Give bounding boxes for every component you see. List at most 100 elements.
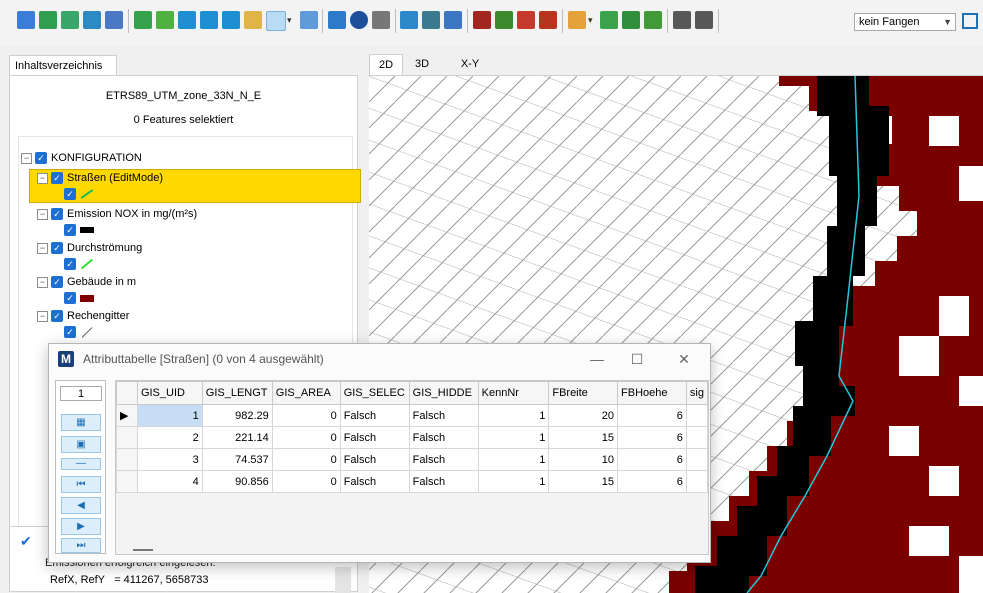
table-icon[interactable] (400, 11, 418, 29)
print-icon[interactable] (105, 11, 123, 29)
table-cell[interactable]: 982.29 (201, 404, 273, 427)
layer-icon[interactable] (328, 11, 346, 29)
table-cell[interactable]: 1 (477, 470, 550, 493)
select-tool-icon[interactable] (300, 11, 318, 29)
previous-record-icon[interactable]: ◀ (61, 497, 101, 514)
checkbox[interactable]: ✓ (51, 276, 63, 289)
tab-3d[interactable]: 3D (407, 54, 437, 75)
zoom-icon[interactable] (178, 11, 196, 29)
redo-icon[interactable] (695, 11, 713, 29)
grid-icon[interactable] (444, 11, 462, 29)
maximize-button[interactable]: ☐ (617, 348, 657, 370)
table-cell[interactable]: Falsch (339, 448, 410, 471)
table-cell[interactable] (685, 448, 709, 471)
checkbox[interactable]: ✓ (64, 292, 76, 305)
tab-xy[interactable]: X-Y (453, 54, 487, 75)
table-view-icon[interactable]: ▦ (61, 414, 101, 431)
checkbox[interactable]: ✓ (51, 242, 63, 255)
layer-item-emission[interactable]: − ✓ Emission NOX in mg/(m²s) (37, 205, 197, 223)
collapse-icon[interactable]: − (21, 152, 32, 164)
scrollbar[interactable] (335, 567, 351, 593)
row-pointer[interactable] (116, 448, 138, 471)
print-preview-icon[interactable] (372, 11, 390, 29)
zoom-extent-icon[interactable] (134, 11, 152, 29)
table-cell[interactable]: 20 (548, 404, 619, 427)
table-cell[interactable]: 4 (136, 470, 203, 493)
emission-icon[interactable] (517, 11, 535, 29)
table-row[interactable]: 3 74.537 0 Falsch Falsch 1 10 6 (116, 448, 709, 471)
checkbox[interactable]: ✓ (64, 258, 76, 271)
table-cell[interactable]: 6 (617, 426, 687, 449)
table-cell[interactable]: 1 (136, 404, 203, 427)
pencil-icon[interactable] (568, 11, 586, 29)
window-titlebar[interactable]: M Attributtabelle [Straßen] (0 von 4 aus… (49, 344, 710, 374)
close-button[interactable]: ✕ (664, 348, 704, 370)
table-cell[interactable]: 1 (477, 448, 550, 471)
row-pointer[interactable] (116, 470, 138, 493)
table-cell[interactable]: Falsch (339, 470, 410, 493)
table-cell[interactable] (685, 470, 709, 493)
select-arrow-icon[interactable] (266, 11, 286, 31)
table-row[interactable]: 2 221.14 0 Falsch Falsch 1 15 6 (116, 426, 709, 449)
undo-icon[interactable] (673, 11, 691, 29)
column-header[interactable]: sig (685, 381, 709, 405)
column-header[interactable]: FBHoehe (617, 381, 687, 405)
collapse-icon[interactable]: − (37, 310, 48, 322)
table-cell[interactable]: Falsch (408, 448, 479, 471)
column-header[interactable]: GIS_SELEC (339, 381, 410, 405)
table-cell[interactable]: 74.537 (201, 448, 273, 471)
collapse-icon[interactable]: − (37, 276, 48, 288)
table-cell[interactable]: 221.14 (201, 426, 273, 449)
receptor-icon[interactable] (539, 11, 557, 29)
checkbox[interactable]: ✓ (51, 310, 63, 323)
checkbox[interactable]: ✓ (64, 326, 76, 339)
table-cell[interactable]: 1 (477, 426, 550, 449)
table-cell[interactable]: 6 (617, 448, 687, 471)
column-header[interactable]: GIS_UID (136, 381, 203, 405)
building-icon[interactable] (473, 11, 491, 29)
chevron-down-icon[interactable]: ▾ (287, 11, 295, 29)
window-icon[interactable] (962, 13, 978, 29)
horizontal-scrollbar[interactable] (133, 549, 153, 551)
column-header[interactable]: KennNr (477, 381, 550, 405)
zoom-in-icon[interactable] (200, 11, 218, 29)
database-icon[interactable] (422, 11, 440, 29)
table-row[interactable]: ▶ 1 982.29 0 Falsch Falsch 1 20 6 (116, 404, 709, 427)
checkbox[interactable]: ✓ (64, 188, 76, 201)
next-record-icon[interactable]: ▶ (61, 518, 101, 535)
table-cell[interactable]: 0 (271, 404, 341, 427)
table-cell[interactable]: 90.856 (201, 470, 273, 493)
collapse-icon[interactable]: − (37, 242, 48, 254)
table-cell[interactable] (685, 404, 709, 427)
table-row[interactable]: 4 90.856 0 Falsch Falsch 1 15 6 (116, 470, 709, 493)
table-cell[interactable]: 0 (271, 426, 341, 449)
column-header[interactable]: GIS_AREA (271, 381, 341, 405)
snap-mode-select[interactable]: kein Fangen ▼ (854, 13, 956, 31)
collapse-icon[interactable]: − (37, 172, 48, 184)
row-pointer[interactable]: ▶ (116, 404, 138, 427)
tab-2d[interactable]: 2D (369, 54, 403, 75)
split-icon[interactable] (644, 11, 662, 29)
table-cell[interactable]: 6 (617, 470, 687, 493)
tree-icon[interactable] (495, 11, 513, 29)
pan-hand-icon[interactable] (244, 11, 262, 29)
collapse-icon[interactable]: − (37, 208, 48, 220)
tree-root[interactable]: − ✓ KONFIGURATION (21, 149, 142, 167)
save-as-icon[interactable] (61, 11, 79, 29)
refresh-icon[interactable] (156, 11, 174, 29)
table-cell[interactable]: 6 (617, 404, 687, 427)
info-icon[interactable] (350, 11, 368, 29)
move-icon[interactable] (600, 11, 618, 29)
form-view-icon[interactable]: ▣ (61, 436, 101, 453)
save-icon[interactable] (39, 11, 57, 29)
table-cell[interactable]: 0 (271, 470, 341, 493)
chevron-down-icon[interactable]: ▾ (588, 11, 596, 29)
table-cell[interactable] (685, 426, 709, 449)
table-cell[interactable]: 15 (548, 426, 619, 449)
table-cell[interactable]: 10 (548, 448, 619, 471)
table-cell[interactable]: Falsch (339, 426, 410, 449)
table-cell[interactable]: Falsch (408, 470, 479, 493)
checkbox[interactable]: ✓ (51, 208, 63, 221)
record-number-input[interactable]: 1 (60, 386, 102, 401)
column-header[interactable]: FBreite (548, 381, 619, 405)
